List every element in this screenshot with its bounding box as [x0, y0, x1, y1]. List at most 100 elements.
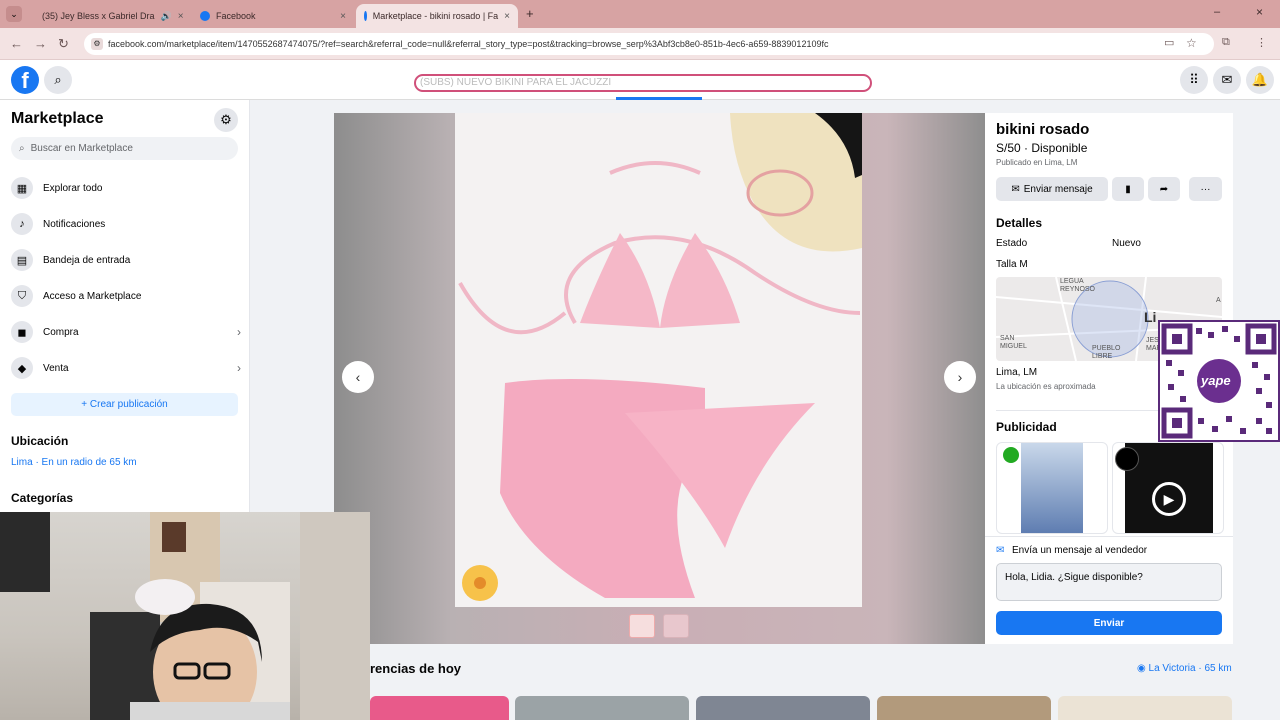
- map-label: A: [1216, 297, 1221, 304]
- location-pin-icon: ◉: [1137, 663, 1146, 674]
- ads-heading: Publicidad: [996, 420, 1057, 434]
- listing-published-location: Publicado en Lima, LM: [996, 158, 1078, 167]
- reload-icon[interactable]: ↻: [58, 36, 69, 52]
- product-card[interactable]: [877, 696, 1051, 720]
- ad-card-2[interactable]: ▶: [1112, 442, 1224, 534]
- facebook-icon: [200, 11, 210, 21]
- extensions-icon[interactable]: ⧉: [1222, 36, 1230, 49]
- notifications-bell-icon[interactable]: 🔔: [1246, 66, 1274, 94]
- message-seller-box: ✉ Envía un mensaje al vendedor Hola, Lid…: [985, 536, 1233, 644]
- sidebar-item-label: Venta: [43, 362, 69, 374]
- save-button[interactable]: ▮: [1112, 177, 1144, 201]
- bookmark-star-icon[interactable]: ☆: [1186, 36, 1197, 50]
- close-icon[interactable]: ×: [504, 11, 510, 22]
- gear-icon[interactable]: ⚙: [214, 108, 238, 132]
- cast-icon[interactable]: ▭: [1164, 36, 1174, 49]
- tab-label: (35) Jey Bless x Gabriel Dra: [42, 11, 155, 21]
- marketplace-sidebar: Marketplace ⚙ ⌕ Buscar en Marketplace ▦ …: [0, 100, 250, 512]
- listing-title: bikini rosado: [996, 121, 1090, 138]
- sidebar-title: Marketplace: [11, 110, 104, 127]
- sidebar-item-label: Notificaciones: [43, 218, 106, 230]
- product-card[interactable]: [370, 696, 509, 720]
- messenger-icon: ✉: [1011, 183, 1020, 195]
- todays-picks-section: rencias de hoy ◉ La Victoria · 65 km: [370, 644, 1280, 720]
- send-message-button[interactable]: ✉ Enviar mensaje: [996, 177, 1108, 201]
- storefront-icon: ▦: [11, 177, 33, 199]
- send-button[interactable]: Enviar: [996, 611, 1222, 635]
- location-value: Lima, LM: [996, 367, 1038, 378]
- more-icon: ···: [1200, 183, 1211, 195]
- section-heading: rencias de hoy: [370, 661, 462, 676]
- create-listing-button[interactable]: + Crear publicación: [11, 393, 238, 416]
- browser-toolbar: ← → ↻ ⚙ facebook.com/marketplace/item/14…: [0, 28, 1280, 60]
- menu-grid-icon[interactable]: ⠿: [1180, 66, 1208, 94]
- new-tab-icon[interactable]: +: [526, 6, 534, 21]
- back-icon[interactable]: ←: [10, 36, 23, 51]
- sidebar-item-bandeja[interactable]: ▤ Bandeja de entrada: [11, 246, 241, 274]
- play-icon[interactable]: ▶: [1152, 482, 1186, 516]
- location-filter-link[interactable]: Lima · En un radio de 65 km: [11, 457, 137, 468]
- next-photo-button[interactable]: ›: [944, 361, 976, 393]
- sidebar-item-notificaciones[interactable]: ♪ Notificaciones: [11, 210, 241, 238]
- browser-tab-bar: ⌄ (35) Jey Bless x Gabriel Dra 🔊 × Faceb…: [0, 0, 1280, 28]
- address-bar[interactable]: ⚙ facebook.com/marketplace/item/14705526…: [84, 33, 1214, 55]
- shield-icon: ⛉: [11, 285, 33, 307]
- minimize-icon[interactable]: –: [1214, 6, 1220, 18]
- photo-thumbnail-1[interactable]: [629, 614, 655, 638]
- webcam-overlay: [0, 512, 370, 720]
- message-input[interactable]: Hola, Lidia. ¿Sigue disponible?: [996, 563, 1222, 601]
- overlay-banner-text: (SUBS) NUEVO BIKINI PARA EL JACUZZI: [420, 77, 612, 88]
- facebook-logo[interactable]: f: [11, 66, 39, 94]
- more-options-button[interactable]: ···: [1189, 177, 1222, 201]
- sidebar-item-label: Acceso a Marketplace: [43, 290, 142, 302]
- ad-card-1[interactable]: [996, 442, 1108, 534]
- listing-photo[interactable]: [455, 113, 862, 607]
- messenger-icon[interactable]: ✉: [1213, 66, 1241, 94]
- sidebar-item-venta[interactable]: ◆ Venta ›: [11, 354, 241, 382]
- product-card[interactable]: [696, 696, 870, 720]
- stream-overlay-banner: (SUBS) NUEVO BIKINI PARA EL JACUZZI: [414, 74, 872, 92]
- product-card[interactable]: [1058, 696, 1232, 720]
- chevron-right-icon: ›: [237, 361, 241, 375]
- site-info-icon[interactable]: ⚙: [91, 38, 103, 50]
- profile-menu-icon[interactable]: ⋮: [1256, 36, 1267, 49]
- map-label: SAN MIGUEL: [1000, 335, 1027, 350]
- close-icon[interactable]: ×: [178, 11, 184, 22]
- messenger-icon: ✉: [996, 545, 1005, 556]
- sidebar-item-explorar[interactable]: ▦ Explorar todo: [11, 174, 241, 202]
- brand-logo-icon: [1003, 447, 1019, 463]
- tab-label: Marketplace - bikini rosado | Fa: [372, 11, 499, 21]
- sidebar-item-compra[interactable]: ◼ Compra ›: [11, 318, 241, 346]
- tab-youtube[interactable]: (35) Jey Bless x Gabriel Dra 🔊 ×: [28, 4, 190, 28]
- webcam-scene: [0, 512, 370, 720]
- forward-icon[interactable]: →: [34, 36, 47, 51]
- previous-photo-button[interactable]: ‹: [342, 361, 374, 393]
- share-button[interactable]: ➦: [1148, 177, 1180, 201]
- url-text: facebook.com/marketplace/item/1470552687…: [108, 39, 829, 49]
- listing-price-status: S/50 · Disponible: [996, 141, 1088, 155]
- product-card[interactable]: [515, 696, 689, 720]
- tab-menu-icon[interactable]: ⌄: [6, 6, 22, 22]
- tab-marketplace[interactable]: Marketplace - bikini rosado | Fa ×: [356, 4, 518, 28]
- chevron-right-icon: ›: [237, 325, 241, 339]
- tab-facebook[interactable]: Facebook ×: [192, 4, 354, 28]
- brand-logo-icon: [1115, 447, 1139, 471]
- tag-icon: ◆: [11, 357, 33, 379]
- sidebar-item-label: Explorar todo: [43, 182, 103, 194]
- tab-label: Facebook: [216, 11, 256, 21]
- location-note: La ubicación es aproximada: [996, 382, 1096, 391]
- facebook-icon: [364, 11, 367, 21]
- bell-icon: ♪: [11, 213, 33, 235]
- map-label: LEGUA REYNOSO: [1060, 278, 1096, 293]
- section-location-link[interactable]: ◉ La Victoria · 65 km: [1137, 663, 1232, 674]
- bag-icon: ◼: [11, 321, 33, 343]
- speaker-icon: 🔊: [160, 10, 172, 21]
- photo-thumbnail-2[interactable]: [663, 614, 689, 638]
- close-window-icon[interactable]: ×: [1256, 5, 1263, 19]
- marketplace-search-input[interactable]: ⌕ Buscar en Marketplace: [11, 137, 238, 160]
- search-icon[interactable]: ⌕: [44, 66, 72, 94]
- close-icon[interactable]: ×: [340, 11, 346, 22]
- bookmark-icon: ▮: [1125, 183, 1131, 195]
- inbox-icon: ▤: [11, 249, 33, 271]
- sidebar-item-acceso[interactable]: ⛉ Acceso a Marketplace: [11, 282, 241, 310]
